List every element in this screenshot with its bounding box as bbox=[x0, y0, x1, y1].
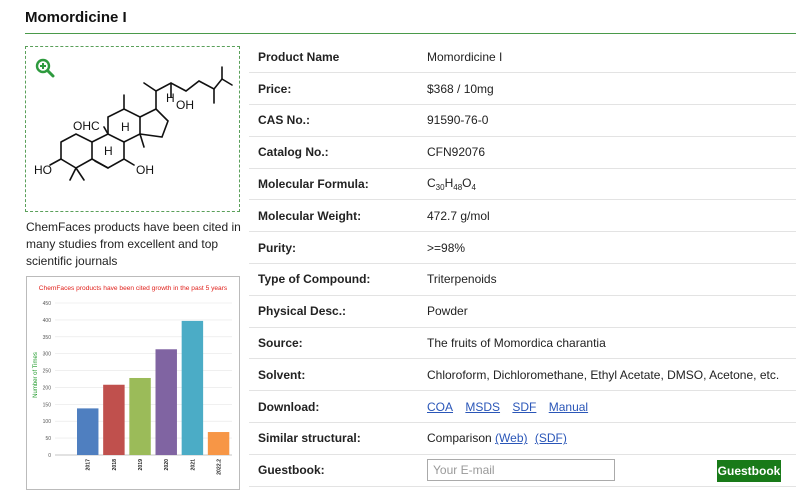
page-title: Momordicine I bbox=[25, 9, 127, 26]
product-name-value: Momordicine I bbox=[418, 41, 796, 74]
compound-type-value: Triterpenoids bbox=[418, 263, 796, 296]
physical-desc-value: Powder bbox=[418, 295, 796, 328]
formula-h-count: 48 bbox=[453, 183, 463, 193]
table-row: Similar structural: Comparison (Web) (SD… bbox=[249, 422, 796, 455]
row-label: CAS No.: bbox=[249, 104, 418, 137]
chart-bar bbox=[77, 408, 99, 455]
structure-label-oh-lower: OH bbox=[136, 163, 154, 177]
chart-x-tick-label: 2020 bbox=[164, 459, 170, 471]
table-row: Source: The fruits of Momordica charanti… bbox=[249, 327, 796, 360]
download-coa-link[interactable]: COA bbox=[427, 400, 453, 414]
row-label: Price: bbox=[249, 72, 418, 106]
similar-sdf-link[interactable]: (SDF) bbox=[535, 431, 567, 445]
structure-label-oh-upper: OH bbox=[176, 98, 194, 112]
row-label: Catalog No.: bbox=[249, 136, 418, 169]
structure-image[interactable]: OHC HO OH OH H H H bbox=[25, 46, 240, 212]
chart-bar bbox=[181, 320, 204, 455]
chart-y-tick-label: 250 bbox=[43, 369, 52, 375]
chart-x-tick-label: 2019 bbox=[138, 459, 144, 471]
chart-y-tick-label: 100 bbox=[43, 419, 52, 425]
solvent-value: Chloroform, Dichloromethane, Ethyl Aceta… bbox=[418, 358, 796, 392]
chart-x-tick-label: 2021 bbox=[190, 459, 196, 471]
similar-structural-value: Comparison (Web) (SDF) bbox=[418, 422, 796, 455]
chart-y-tick-label: 450 bbox=[43, 301, 52, 307]
row-label: Molecular Weight: bbox=[249, 199, 418, 233]
chart-bar bbox=[207, 432, 230, 455]
chart-y-axis-label: Number of Times bbox=[33, 352, 39, 398]
structure-label-h-1: H bbox=[121, 120, 130, 134]
row-label: Solvent: bbox=[249, 358, 418, 392]
chart-y-tick-label: 350 bbox=[43, 335, 52, 341]
formula-o-count: 4 bbox=[471, 183, 476, 193]
structure-label-h-3: H bbox=[104, 144, 113, 158]
formula-value: C30H48O4 bbox=[418, 168, 796, 201]
chart-y-tick-label: 150 bbox=[43, 402, 52, 408]
row-label: Download: bbox=[249, 390, 418, 424]
chart-bar bbox=[103, 384, 125, 455]
chart-bar bbox=[155, 349, 177, 455]
cas-value: 91590-76-0 bbox=[418, 104, 796, 137]
row-label: Type of Compound: bbox=[249, 263, 418, 296]
chart-x-tick-label: 2018 bbox=[112, 459, 118, 471]
chart-bar bbox=[129, 377, 151, 455]
download-msds-link[interactable]: MSDS bbox=[465, 400, 500, 414]
chart-y-tick-label: 50 bbox=[45, 436, 51, 442]
chart-svg: ChemFaces products have been cited growt… bbox=[33, 285, 232, 475]
product-info-table: Product Name Momordicine I Price: $368 /… bbox=[249, 41, 796, 487]
weight-value: 472.7 g/mol bbox=[418, 199, 796, 233]
guestbook-button[interactable]: Guestbook bbox=[717, 459, 781, 482]
formula-c-count: 30 bbox=[435, 183, 445, 193]
row-label: Product Name bbox=[249, 41, 418, 74]
chart-y-tick-label: 0 bbox=[48, 453, 51, 459]
chart-y-tick-label: 300 bbox=[43, 352, 52, 358]
table-row: Guestbook: Guestbook bbox=[249, 454, 796, 487]
table-row: Purity: >=98% bbox=[249, 231, 796, 265]
citation-text: ChemFaces products have been cited in ma… bbox=[26, 220, 241, 268]
table-row: Solvent: Chloroform, Dichloromethane, Et… bbox=[249, 358, 796, 392]
structure-label-ohc: OHC bbox=[73, 119, 100, 133]
chart-title: ChemFaces products have been cited growt… bbox=[39, 285, 228, 292]
chart-x-tick-label: 2022.2 bbox=[217, 459, 223, 475]
table-row: CAS No.: 91590-76-0 bbox=[249, 104, 796, 137]
email-input[interactable] bbox=[427, 459, 615, 482]
chart-y-tick-label: 200 bbox=[43, 385, 52, 391]
similar-web-link[interactable]: (Web) bbox=[495, 431, 527, 445]
structure-drawing: OHC HO OH OH H H H bbox=[34, 66, 233, 181]
title-divider bbox=[25, 33, 796, 34]
price-value: $368 / 10mg bbox=[418, 72, 796, 106]
formula-c: C bbox=[427, 176, 436, 191]
table-row: Product Name Momordicine I bbox=[249, 41, 796, 74]
formula-h: H bbox=[444, 176, 454, 191]
catalog-value: CFN92076 bbox=[418, 136, 796, 169]
row-label: Source: bbox=[249, 327, 418, 360]
table-row: Type of Compound: Triterpenoids bbox=[249, 263, 796, 296]
chart-y-tick-label: 400 bbox=[43, 318, 52, 324]
comparison-text: Comparison bbox=[427, 431, 492, 446]
purity-value: >=98% bbox=[418, 231, 796, 265]
chart-x-tick-label: 2017 bbox=[86, 459, 92, 471]
table-row: Molecular Weight: 472.7 g/mol bbox=[249, 199, 796, 233]
zoom-in-icon[interactable] bbox=[35, 58, 55, 78]
download-manual-link[interactable]: Manual bbox=[549, 400, 588, 414]
row-label: Guestbook: bbox=[249, 454, 418, 487]
table-row: Molecular Formula: C30H48O4 bbox=[249, 168, 796, 201]
table-row: Physical Desc.: Powder bbox=[249, 295, 796, 328]
structure-label-h-2: H bbox=[166, 91, 175, 105]
table-row: Price: $368 / 10mg bbox=[249, 72, 796, 106]
source-value: The fruits of Momordica charantia bbox=[418, 327, 796, 360]
structure-label-ho: HO bbox=[34, 163, 52, 177]
citation-growth-chart: ChemFaces products have been cited growt… bbox=[26, 276, 240, 490]
row-label: Purity: bbox=[249, 231, 418, 265]
download-links: COA MSDS SDF Manual bbox=[418, 390, 796, 424]
row-label: Physical Desc.: bbox=[249, 295, 418, 328]
table-row: Catalog No.: CFN92076 bbox=[249, 136, 796, 169]
table-row: Download: COA MSDS SDF Manual bbox=[249, 390, 796, 424]
row-label: Similar structural: bbox=[249, 422, 418, 455]
download-sdf-link[interactable]: SDF bbox=[512, 400, 536, 414]
formula-o: O bbox=[462, 176, 472, 191]
row-label: Molecular Formula: bbox=[249, 168, 418, 201]
guestbook-cell: Guestbook bbox=[418, 454, 796, 487]
